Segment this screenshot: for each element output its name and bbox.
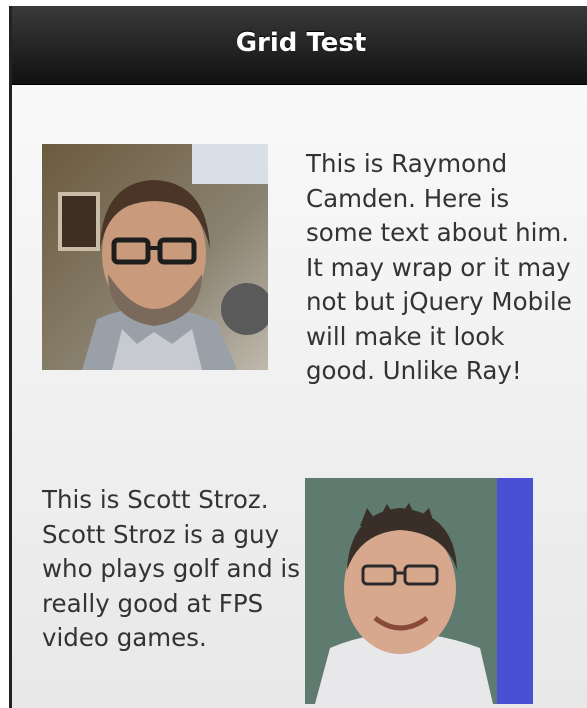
- scott-stroz-photo: [305, 478, 533, 704]
- screen: Grid Test This is Raymond Camden. Here i…: [0, 0, 587, 708]
- header-bar: Grid Test: [12, 6, 587, 85]
- person-photo-icon: [305, 478, 533, 704]
- app-viewport: Grid Test This is Raymond Camden. Here i…: [9, 6, 587, 708]
- raymond-camden-photo: [42, 144, 268, 370]
- page-title: Grid Test: [235, 28, 367, 58]
- raymond-bio-text: This is Raymond Camden. Here is some tex…: [306, 149, 572, 385]
- person-photo-icon: [42, 144, 268, 370]
- grid-content: This is Raymond Camden. Here is some tex…: [12, 85, 587, 708]
- scott-bio-text: This is Scott Stroz. Scott Stroz is a gu…: [42, 485, 300, 652]
